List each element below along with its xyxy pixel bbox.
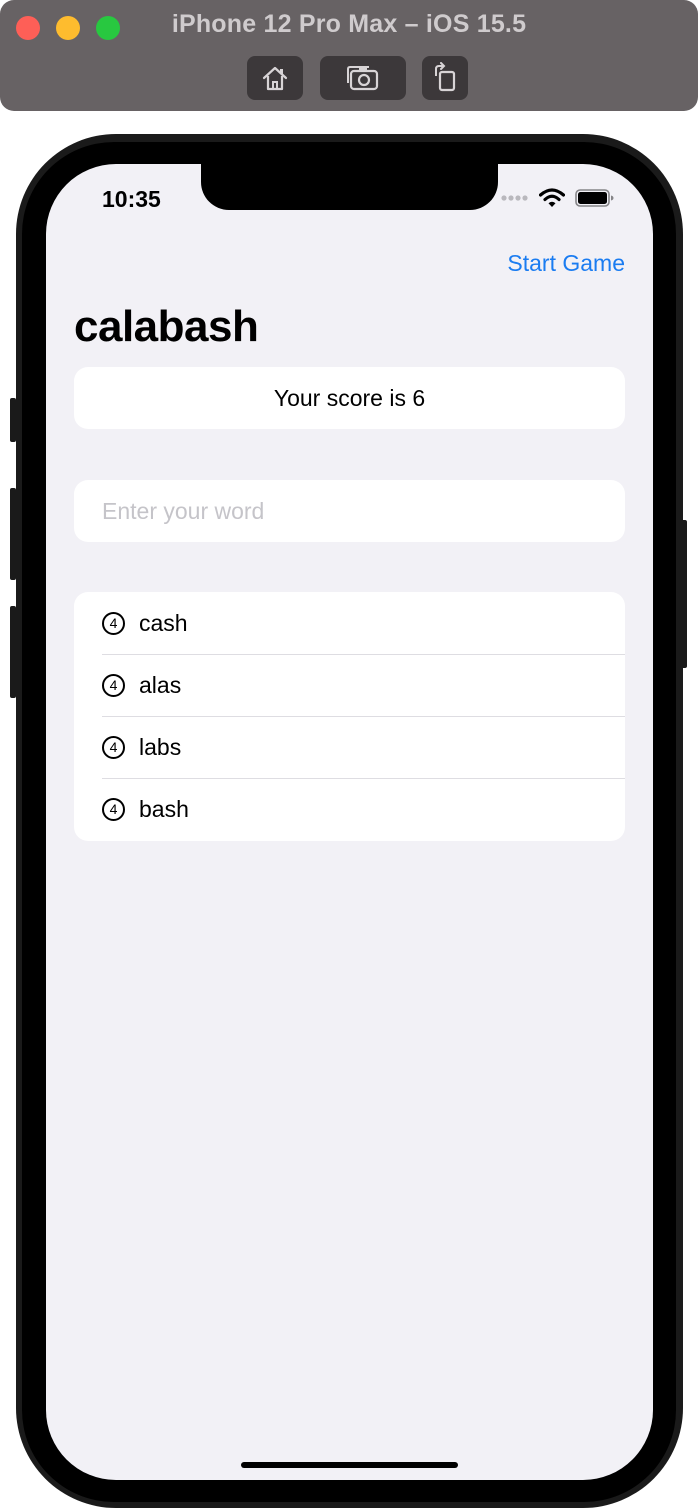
list-item: 4 bash <box>74 778 625 840</box>
word-label: bash <box>139 795 189 822</box>
mute-switch <box>10 398 16 442</box>
word-label: labs <box>139 733 182 760</box>
status-time: 10:35 <box>102 186 161 212</box>
score-text: Your score is 6 <box>273 384 426 411</box>
used-words-list: 4 cash 4 alas 4 labs 4 bash <box>74 592 625 841</box>
rotate-icon <box>435 62 456 92</box>
list-item: 4 cash <box>74 592 625 654</box>
app-screen: 10:35 Start Game calabash Your score is … <box>46 164 653 1480</box>
number-circle-icon: 4 <box>102 797 125 821</box>
word-input[interactable] <box>74 480 625 542</box>
close-window-button[interactable] <box>16 16 40 40</box>
notch <box>201 164 498 210</box>
zoom-window-button[interactable] <box>96 16 120 40</box>
simulator-title: iPhone 12 Pro Max – iOS 15.5 <box>171 10 527 38</box>
screenshot-icon <box>347 66 379 91</box>
word-label: cash <box>139 609 188 636</box>
wifi-icon <box>539 188 565 207</box>
status-icons <box>501 188 615 208</box>
signal-dots-icon <box>501 195 528 201</box>
word-input-row[interactable] <box>74 480 625 542</box>
rotate-button[interactable] <box>422 56 468 100</box>
number-circle-icon: 4 <box>102 673 125 697</box>
volume-down-button <box>10 606 16 698</box>
volume-up-button <box>10 488 16 580</box>
screenshot-button[interactable] <box>320 56 406 100</box>
battery-icon <box>575 189 614 207</box>
simulator-title-bar: iPhone 12 Pro Max – iOS 15.5 <box>0 0 698 111</box>
start-game-button[interactable]: Start Game <box>507 250 625 277</box>
number-circle-icon: 4 <box>102 735 125 759</box>
score-row: Your score is 6 <box>74 367 625 429</box>
number-circle-icon: 4 <box>102 611 125 635</box>
home-icon <box>262 66 288 91</box>
home-indicator[interactable] <box>241 1462 458 1468</box>
minimize-window-button[interactable] <box>56 16 80 40</box>
list-item: 4 alas <box>74 654 625 716</box>
home-button[interactable] <box>247 56 303 100</box>
list-item: 4 labs <box>74 716 625 778</box>
page-title: calabash <box>74 302 259 351</box>
power-button <box>681 520 687 668</box>
word-label: alas <box>139 671 182 698</box>
